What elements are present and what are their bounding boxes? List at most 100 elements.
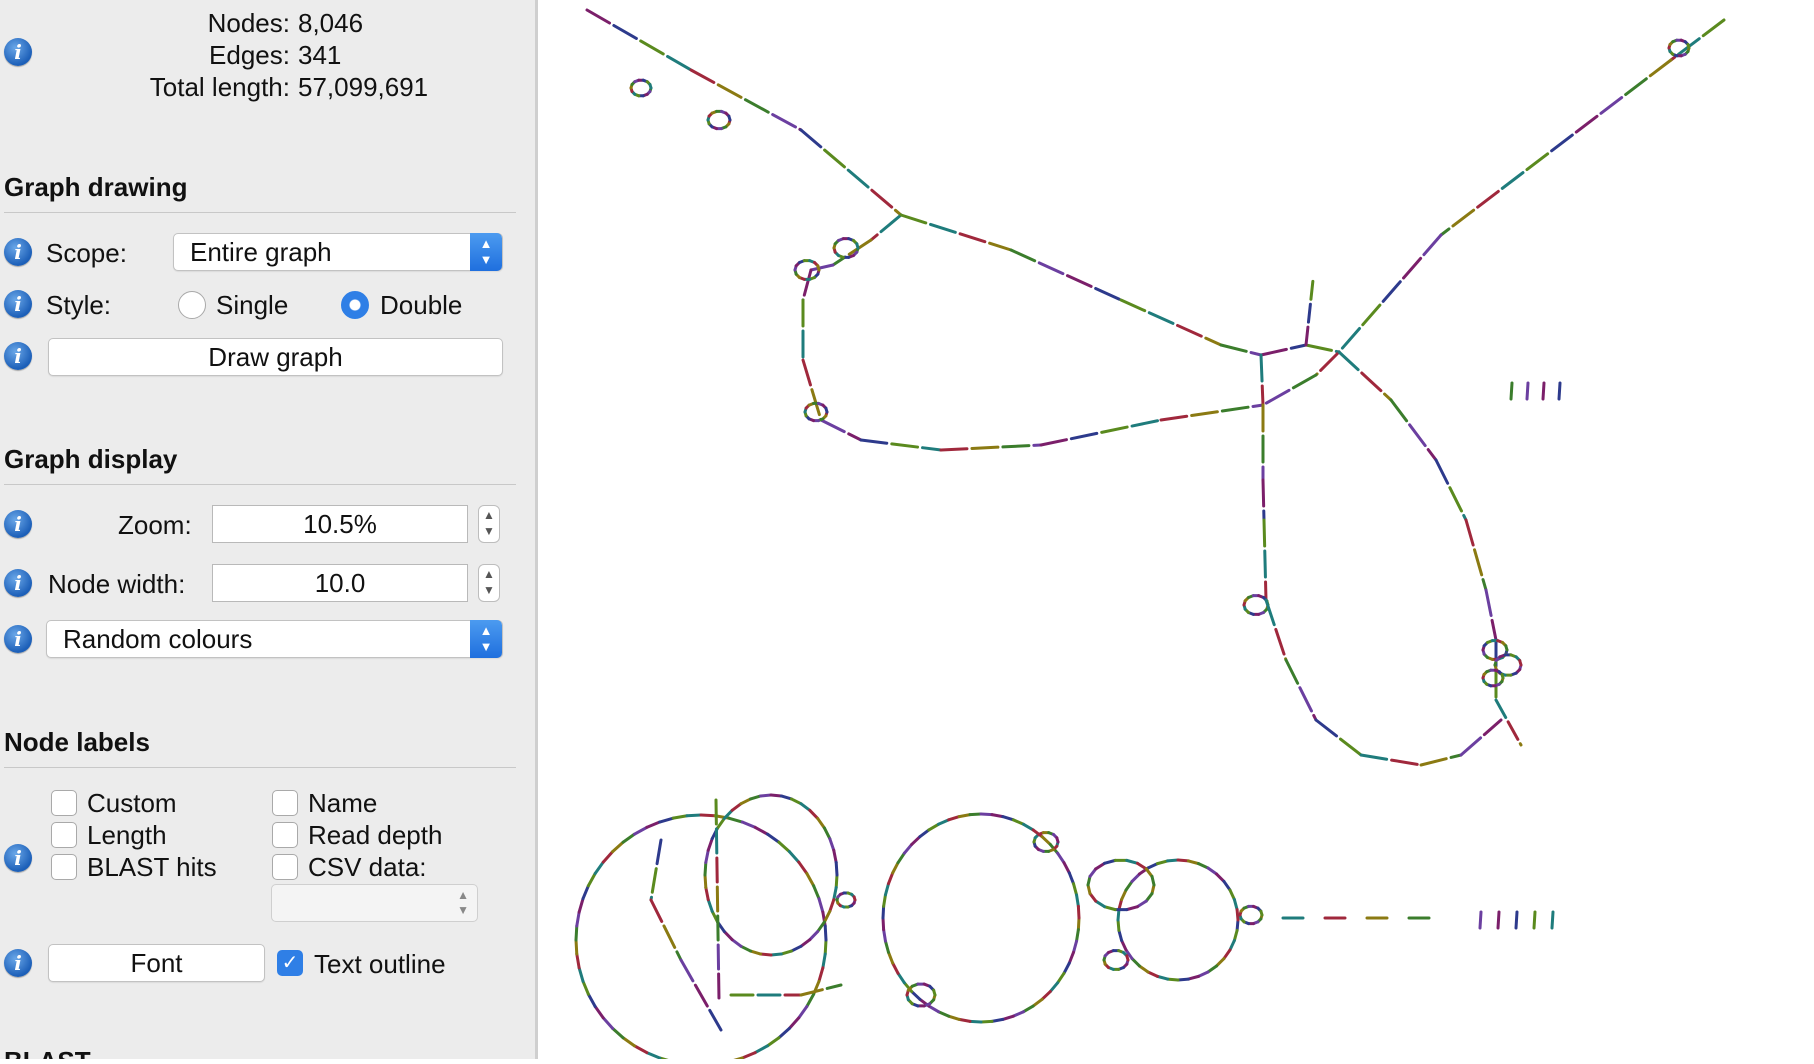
- graph-node-segment[interactable]: [883, 918, 884, 930]
- graph-node-segment[interactable]: [1178, 979, 1188, 980]
- graph-node-segment[interactable]: [1096, 288, 1120, 299]
- graph-node-segment[interactable]: [1391, 400, 1407, 421]
- graph-node-segment[interactable]: [1421, 759, 1446, 765]
- graph-node-segment[interactable]: [1096, 901, 1105, 907]
- graph-node-segment[interactable]: [836, 875, 837, 888]
- graph-node-segment[interactable]: [1148, 972, 1157, 976]
- graph-node-segment[interactable]: [1478, 191, 1499, 207]
- graph-node-segment[interactable]: [1552, 135, 1573, 151]
- graph-node-segment[interactable]: [1264, 520, 1265, 546]
- node-width-stepper[interactable]: ▲▼: [478, 564, 500, 602]
- graph-node-segment[interactable]: [595, 1007, 603, 1018]
- graph-node-segment[interactable]: [583, 886, 588, 899]
- graph-node-segment[interactable]: [1050, 983, 1057, 992]
- graph-node-segment[interactable]: [1534, 912, 1535, 928]
- name-label[interactable]: Name: [308, 788, 377, 819]
- graph-node-segment[interactable]: [929, 1006, 939, 1012]
- graph-node-segment[interactable]: [1127, 860, 1138, 863]
- graph-node-segment[interactable]: [949, 817, 960, 820]
- graph-node-segment[interactable]: [883, 906, 884, 918]
- length-checkbox[interactable]: [51, 822, 77, 848]
- graph-node-segment[interactable]: [588, 873, 595, 885]
- graph-node-segment[interactable]: [1265, 551, 1266, 577]
- graph-node-segment[interactable]: [668, 56, 691, 69]
- style-single-radio[interactable]: [178, 291, 206, 319]
- graph-node-segment[interactable]: [768, 1038, 779, 1046]
- graph-node-segment[interactable]: [981, 814, 992, 815]
- font-button[interactable]: Font: [48, 944, 265, 982]
- graph-node-segment[interactable]: [888, 952, 892, 963]
- graph-node-segment[interactable]: [970, 1021, 981, 1022]
- draw-graph-button[interactable]: Draw graph: [48, 338, 503, 376]
- graph-node-segment[interactable]: [1206, 338, 1221, 345]
- graph-node-segment[interactable]: [959, 1019, 970, 1021]
- graph-node-segment[interactable]: [885, 941, 888, 952]
- graph-node-segment[interactable]: [923, 448, 941, 450]
- graph-node-segment[interactable]: [708, 839, 712, 851]
- custom-checkbox[interactable]: [51, 790, 77, 816]
- graph-node-segment[interactable]: [1230, 941, 1234, 950]
- graph-node-segment[interactable]: [830, 839, 834, 851]
- graph-node-segment[interactable]: [821, 420, 844, 432]
- graph-node-segment[interactable]: [819, 899, 823, 912]
- graph-node-segment[interactable]: [1096, 863, 1105, 869]
- graph-node-segment[interactable]: [849, 240, 871, 254]
- graph-node-segment[interactable]: [1013, 1012, 1023, 1016]
- graph-canvas[interactable]: [541, 0, 1814, 1059]
- graph-node-segment[interactable]: [1199, 972, 1208, 976]
- graph-node-segment[interactable]: [931, 224, 956, 232]
- graph-node-segment[interactable]: [888, 873, 892, 884]
- graph-node-segment[interactable]: [634, 827, 646, 834]
- read-depth-label[interactable]: Read depth: [308, 820, 442, 851]
- graph-node-segment[interactable]: [1237, 920, 1238, 930]
- graph-node-segment[interactable]: [1234, 899, 1237, 909]
- assembly-graph[interactable]: [541, 0, 1814, 1059]
- graph-node-segment[interactable]: [1293, 375, 1316, 388]
- graph-node-segment[interactable]: [1074, 941, 1077, 952]
- graph-node-segment[interactable]: [1057, 838, 1058, 842]
- graph-node-segment[interactable]: [904, 844, 911, 853]
- graph-node-segment[interactable]: [1261, 355, 1262, 381]
- graph-node-segment[interactable]: [1127, 907, 1138, 910]
- graph-node-segment[interactable]: [1013, 820, 1023, 824]
- graph-node-segment[interactable]: [1261, 349, 1286, 355]
- graph-node-segment[interactable]: [768, 834, 779, 842]
- graph-node-segment[interactable]: [1132, 874, 1139, 881]
- graph-node-segment[interactable]: [801, 804, 810, 811]
- graph-node-segment[interactable]: [825, 940, 826, 954]
- graph-node-segment[interactable]: [1105, 907, 1116, 910]
- graph-node-segment[interactable]: [912, 992, 920, 1000]
- custom-label[interactable]: Custom: [87, 788, 177, 819]
- graph-node-segment[interactable]: [1308, 304, 1310, 322]
- zoom-field[interactable]: 10.5%: [212, 505, 468, 543]
- graph-node-segment[interactable]: [836, 862, 837, 875]
- info-icon[interactable]: i: [4, 342, 32, 370]
- graph-node-segment[interactable]: [1003, 446, 1029, 447]
- graph-node-segment[interactable]: [898, 973, 904, 983]
- graph-node-segment[interactable]: [751, 796, 761, 799]
- info-icon[interactable]: i: [4, 569, 32, 597]
- graph-node-segment[interactable]: [893, 963, 898, 973]
- graph-node-segment[interactable]: [681, 960, 693, 981]
- graph-node-segment[interactable]: [1601, 98, 1622, 114]
- graph-node-segment[interactable]: [613, 1028, 623, 1037]
- graph-node-segment[interactable]: [1234, 930, 1237, 940]
- graph-node-segment[interactable]: [872, 190, 892, 207]
- graph-node-segment[interactable]: [1139, 966, 1148, 972]
- graph-node-segment[interactable]: [1520, 744, 1521, 745]
- graph-node-segment[interactable]: [1118, 910, 1119, 920]
- graph-node-segment[interactable]: [1506, 646, 1507, 650]
- graph-node-segment[interactable]: [1363, 305, 1380, 325]
- graph-node-segment[interactable]: [773, 115, 796, 127]
- graph-node-segment[interactable]: [791, 946, 801, 951]
- graph-node-segment[interactable]: [1436, 460, 1448, 483]
- graph-node-segment[interactable]: [732, 804, 741, 811]
- graph-node-segment[interactable]: [614, 25, 637, 38]
- graph-node-segment[interactable]: [1475, 550, 1482, 575]
- graph-node-segment[interactable]: [819, 968, 823, 981]
- graph-node-segment[interactable]: [1340, 739, 1361, 755]
- graph-node-segment[interactable]: [938, 1012, 948, 1016]
- graph-node-segment[interactable]: [751, 951, 761, 954]
- graph-node-segment[interactable]: [651, 900, 662, 921]
- graph-node-segment[interactable]: [1424, 235, 1441, 255]
